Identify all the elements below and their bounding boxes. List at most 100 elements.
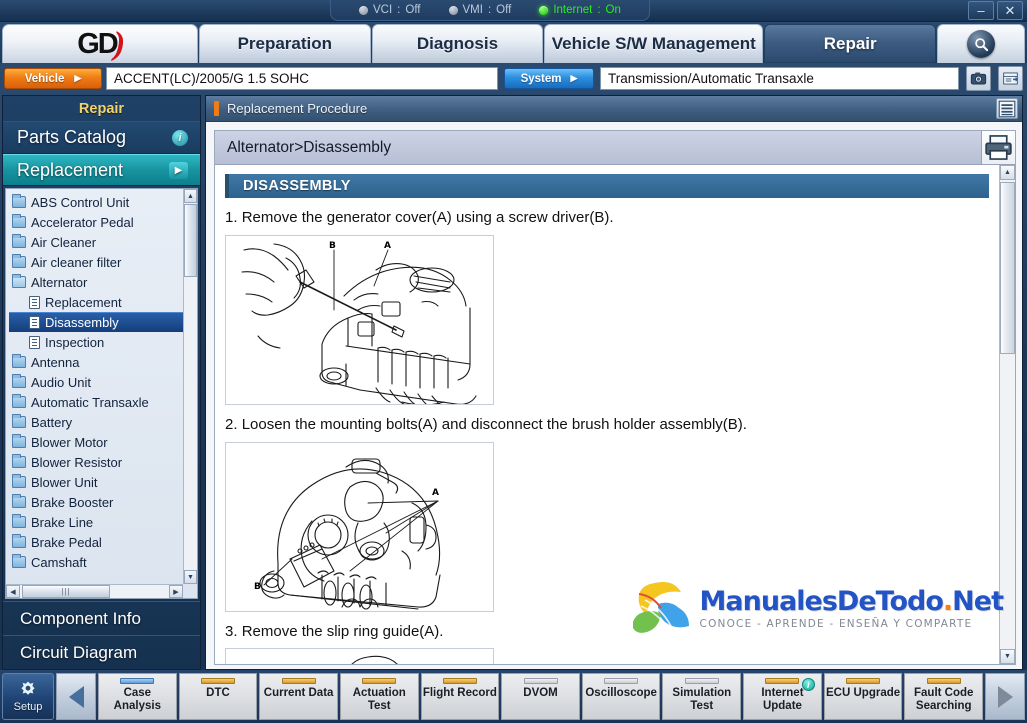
tab-repair[interactable]: Repair — [764, 24, 936, 63]
tree-scroll-down-button[interactable]: ▼ — [184, 570, 197, 584]
main-content-panel: Replacement Procedure Alternator>Disasse… — [205, 95, 1023, 670]
step-2-text: Loosen the mounting bolts(A) and disconn… — [241, 415, 747, 433]
sidebar-item-parts-catalog[interactable]: Parts Catalog i — [3, 122, 200, 154]
minimize-button[interactable]: – — [968, 1, 994, 20]
system-field-value: Transmission/Automatic Transaxle — [608, 71, 814, 86]
tool-button-dvom[interactable]: DVOM — [501, 673, 580, 720]
document-scroll-thumb[interactable] — [1000, 182, 1015, 354]
tool-button-fault-code-searching[interactable]: Fault Code Searching — [904, 673, 984, 720]
tool-button-internet-update[interactable]: Internet Update i — [743, 673, 822, 720]
search-icon[interactable] — [967, 30, 995, 58]
tree-vertical-scroll-thumb[interactable] — [184, 204, 197, 277]
tool-chip-icon — [604, 678, 639, 684]
prev-arrow-button[interactable] — [56, 673, 96, 720]
tree-item-automatic-transaxle[interactable]: Automatic Transaxle — [9, 392, 183, 412]
vehicle-button[interactable]: Vehicle ▶ — [4, 68, 102, 89]
panel-accent-marker — [214, 101, 219, 116]
folder-icon — [12, 454, 26, 468]
sidebar-item-circuit-diagram[interactable]: Circuit Diagram — [3, 635, 200, 669]
tree-item-replacement[interactable]: Replacement — [9, 292, 183, 312]
system-field[interactable]: Transmission/Automatic Transaxle — [600, 67, 959, 90]
tab-vehicle-sw-management[interactable]: Vehicle S/W Management — [544, 24, 764, 63]
sidebar-item-component-info[interactable]: Component Info — [3, 601, 200, 635]
tree-item-disassembly[interactable]: Disassembly — [9, 312, 183, 332]
tree-item-blower-motor[interactable]: Blower Motor — [9, 432, 183, 452]
tree-item-air-cleaner-filter[interactable]: Air cleaner filter — [9, 252, 183, 272]
tree-item-air-cleaner[interactable]: Air Cleaner — [9, 232, 183, 252]
tree-horizontal-scrollbar[interactable]: ◀ ||| ▶ — [6, 584, 183, 598]
vehicle-button-label: Vehicle — [24, 72, 65, 85]
tool-chip-icon — [846, 678, 881, 684]
tree-item-antenna[interactable]: Antenna — [9, 352, 183, 372]
tool-button-actuation-test[interactable]: Actuation Test — [339, 673, 419, 720]
vmi-value: Off — [496, 4, 512, 16]
tree-item-brake-pedal[interactable]: Brake Pedal — [9, 532, 183, 552]
bottom-toolbar: Setup Case Analysis DTC Current Data Actuat… — [0, 670, 1027, 723]
title-bar: VCI : Off VMI : Off Internet : On – ✕ — [0, 0, 1027, 22]
close-button[interactable]: ✕ — [997, 1, 1023, 20]
tab-preparation[interactable]: Preparation — [199, 24, 371, 63]
folder-icon — [12, 254, 26, 268]
internet-label: Internet — [553, 4, 593, 16]
vehicle-field[interactable]: ACCENT(LC)/2005/G 1.5 SOHC — [106, 67, 498, 90]
panel-body: Alternator>Disassembly DISASSEMBLY 1. Re… — [206, 122, 1022, 669]
printer-icon[interactable] — [981, 131, 1015, 164]
tree-item-label: Inspection — [45, 334, 105, 350]
tree-horizontal-scroll-thumb[interactable]: ||| — [22, 585, 110, 598]
tree-item-audio-unit[interactable]: Audio Unit — [9, 372, 183, 392]
list-view-icon[interactable] — [996, 98, 1018, 119]
tree-item-accelerator-pedal[interactable]: Accelerator Pedal — [9, 212, 183, 232]
camera-icon[interactable] — [966, 66, 991, 91]
tree-item-abs-control-unit[interactable]: ABS Control Unit — [9, 192, 183, 212]
tree-scroll-left-button[interactable]: ◀ — [6, 585, 20, 598]
tool-button-case-analysis[interactable]: Case Analysis — [98, 673, 177, 720]
tool-chip-icon — [442, 678, 477, 684]
vmi-separator: : — [487, 4, 492, 16]
panel-title: Replacement Procedure — [227, 101, 368, 116]
tool-button-dtc[interactable]: DTC — [178, 673, 258, 720]
tab-diagnosis[interactable]: Diagnosis — [371, 24, 544, 63]
tree-scroll-right-button[interactable]: ▶ — [169, 585, 183, 598]
tree-item-battery[interactable]: Battery — [9, 412, 183, 432]
tool-button-current-data[interactable]: Current Data — [259, 673, 338, 720]
setup-button[interactable]: Setup — [2, 673, 54, 720]
tool-buttons-container: Case Analysis DTC Current Data Actuation Tes… — [98, 673, 984, 720]
vehicle-field-value: ACCENT(LC)/2005/G 1.5 SOHC — [114, 71, 310, 86]
tool-button-oscilloscope[interactable]: Oscilloscope — [581, 673, 661, 720]
tree-item-label: Brake Booster — [31, 494, 114, 510]
tree-item-brake-line[interactable]: Brake Line — [9, 512, 183, 532]
next-arrow-button[interactable] — [985, 673, 1025, 720]
tree-item-label: Air cleaner filter — [31, 254, 122, 270]
tree-item-label: Automatic Transaxle — [31, 394, 149, 410]
gds-logo: GD ) — [2, 24, 198, 63]
document-scroll-up-button[interactable]: ▲ — [1000, 165, 1015, 180]
gds-logo-gd: GD — [77, 27, 118, 60]
tree-scroll-up-button[interactable]: ▲ — [184, 189, 197, 203]
tree-item-camshaft[interactable]: Camshaft — [9, 552, 183, 572]
parts-tree-panel: ABS Control Unit Accelerator Pedal Air Cle… — [5, 188, 198, 599]
internet-led-icon — [539, 5, 549, 15]
search-tab[interactable] — [937, 24, 1025, 63]
tree-item-brake-booster[interactable]: Brake Booster — [9, 492, 183, 512]
tree-vertical-scrollbar[interactable]: ▲ ▼ — [183, 189, 197, 584]
tree-item-inspection[interactable]: Inspection — [9, 332, 183, 352]
tool-button-ecu-upgrade[interactable]: ECU Upgrade — [823, 673, 903, 720]
document-scroll-down-button[interactable]: ▼ — [1000, 649, 1015, 664]
report-icon[interactable] — [998, 66, 1023, 91]
tool-button-simulation-test[interactable]: Simulation Test — [662, 673, 742, 720]
tree-item-alternator[interactable]: Alternator — [9, 272, 183, 292]
status-vmi: VMI : Off — [435, 4, 526, 16]
tool-button-flight-record[interactable]: Flight Record — [420, 673, 500, 720]
document-vertical-scrollbar[interactable]: ▲ ▼ — [999, 165, 1015, 664]
connection-status-cluster: VCI : Off VMI : Off Internet : On — [330, 0, 650, 21]
internet-value: On — [605, 4, 621, 16]
tool-info-badge: i — [801, 678, 815, 691]
document-icon — [29, 335, 40, 349]
next-arrow-icon — [997, 685, 1013, 708]
figure-1-label-b: B — [329, 241, 336, 251]
sidebar-item-replacement[interactable]: Replacement ▶ — [3, 154, 200, 186]
tool-button-label: DTC — [206, 687, 230, 699]
tree-item-blower-unit[interactable]: Blower Unit — [9, 472, 183, 492]
system-button[interactable]: System ▶ — [504, 68, 594, 89]
tree-item-blower-resistor[interactable]: Blower Resistor — [9, 452, 183, 472]
